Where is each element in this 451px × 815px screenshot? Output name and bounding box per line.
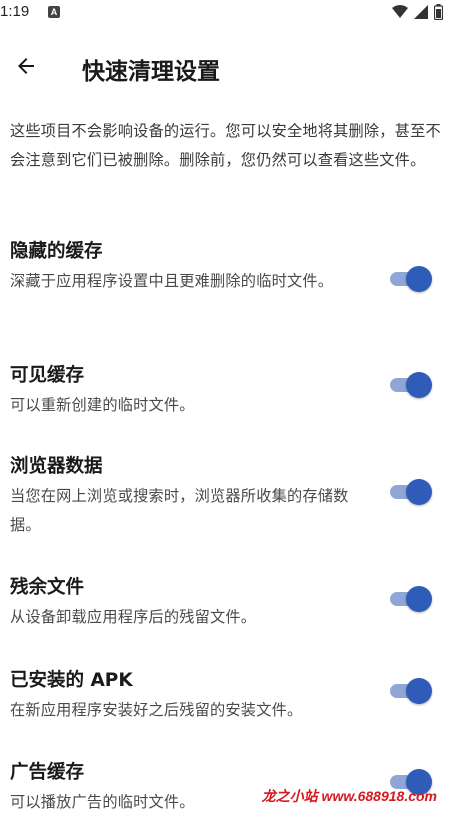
arrow-back-icon (18, 58, 34, 74)
intro-description: 这些项目不会影响设备的运行。您可以安全地将其删除，甚至不会注意到它们已被删除。删… (10, 122, 441, 169)
signal-icon (414, 5, 428, 19)
notification-a-icon: A (48, 6, 60, 18)
wifi-icon (392, 5, 408, 18)
setting-title: 残余文件 (10, 577, 85, 598)
toggle-visible-cache[interactable] (390, 371, 432, 399)
setting-title: 广告缓存 (10, 762, 85, 783)
toggle-residual-files[interactable] (390, 585, 432, 613)
toggle-browser-data[interactable] (390, 478, 432, 506)
toggle-thumb (406, 678, 432, 704)
toggle-thumb (406, 372, 432, 398)
setting-title: 可见缓存 (10, 365, 85, 386)
setting-description: 从设备卸载应用程序后的残留文件。 (10, 608, 257, 626)
toggle-installed-apk[interactable] (390, 677, 432, 705)
setting-title: 隐藏的缓存 (10, 241, 103, 262)
setting-description: 在新应用程序安装好之后残留的安装文件。 (10, 701, 303, 719)
toggle-thumb (406, 586, 432, 612)
setting-title: 浏览器数据 (10, 456, 103, 477)
status-icons (392, 4, 443, 20)
toggle-thumb (406, 266, 432, 292)
back-button[interactable] (8, 48, 44, 84)
status-bar: 1:19 A (0, 0, 451, 26)
setting-description: 可以重新创建的临时文件。 (10, 396, 195, 414)
setting-description: 深藏于应用程序设置中且更难删除的临时文件。 (10, 272, 334, 290)
battery-icon (434, 4, 443, 20)
watermark: 龙之小站 www.688918.com (261, 788, 437, 804)
toggle-thumb (406, 479, 432, 505)
status-time: 1:19 (0, 3, 30, 20)
toggle-hidden-cache[interactable] (390, 265, 432, 293)
app-bar: 快速清理设置 (0, 40, 451, 96)
setting-title: 已安装的 APK (10, 670, 133, 691)
setting-description: 当您在网上浏览或搜索时，浏览器所收集的存储数据。 (10, 487, 349, 534)
page-title: 快速清理设置 (82, 59, 220, 85)
